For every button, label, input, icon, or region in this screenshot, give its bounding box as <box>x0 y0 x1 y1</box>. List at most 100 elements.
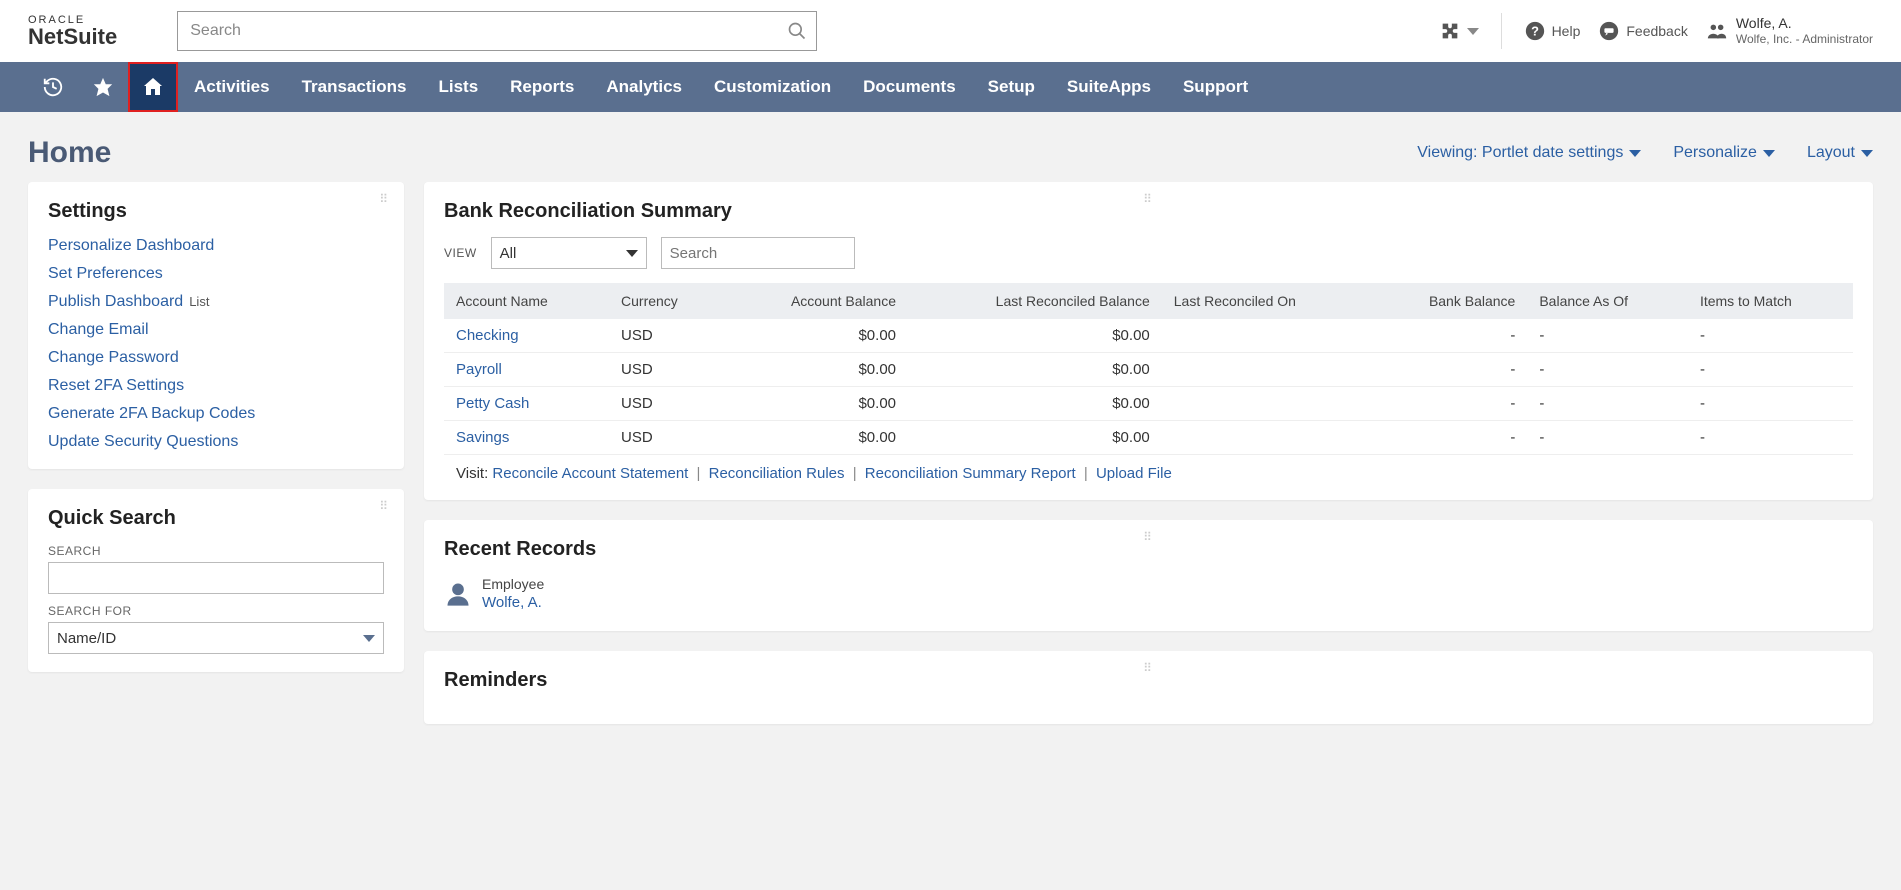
settings-link-change-password[interactable]: Change Password <box>48 349 179 366</box>
col-account-name[interactable]: Account Name <box>444 283 609 319</box>
svg-text:?: ? <box>1531 24 1539 39</box>
qs-searchfor-select[interactable]: Name/ID <box>48 622 384 654</box>
visit-link-reconciliation-summary-report[interactable]: Reconciliation Summary Report <box>865 465 1076 482</box>
nav-customization[interactable]: Customization <box>698 62 847 112</box>
cell-balance-as-of: - <box>1527 421 1688 455</box>
nav-activities[interactable]: Activities <box>178 62 286 112</box>
global-search-input[interactable] <box>177 11 817 51</box>
nav-recent-icon[interactable] <box>28 62 78 112</box>
top-right: ? Help Feedback Wolfe, A. Wolfe, Inc. - … <box>1439 13 1873 49</box>
qs-search-input[interactable] <box>48 562 384 594</box>
chevron-down-icon <box>1763 150 1775 157</box>
global-search-wrap <box>177 11 817 51</box>
help-link[interactable]: ? Help <box>1524 20 1581 42</box>
cell-items-to-match: - <box>1688 421 1853 455</box>
recon-search-input[interactable] <box>661 237 855 269</box>
layout-label: Layout <box>1807 144 1855 162</box>
cell-last-reconciled-on <box>1162 319 1370 353</box>
settings-link-generate-2fa-codes[interactable]: Generate 2FA Backup Codes <box>48 405 255 422</box>
cell-last-reconciled-balance: $0.00 <box>908 319 1162 353</box>
feedback-link[interactable]: Feedback <box>1598 20 1687 42</box>
account-link[interactable]: Petty Cash <box>456 395 529 412</box>
visit-link-reconcile-statement[interactable]: Reconcile Account Statement <box>492 465 688 482</box>
table-row: SavingsUSD$0.00$0.00--- <box>444 421 1853 455</box>
cell-account-name: Petty Cash <box>444 387 609 421</box>
drag-handle-icon[interactable]: ⠿ <box>1143 530 1154 544</box>
settings-link-reset-2fa[interactable]: Reset 2FA Settings <box>48 377 184 394</box>
feedback-label: Feedback <box>1626 23 1687 39</box>
cell-balance-as-of: - <box>1527 387 1688 421</box>
table-header-row: Account Name Currency Account Balance La… <box>444 283 1853 319</box>
settings-link-update-security-questions[interactable]: Update Security Questions <box>48 433 238 450</box>
personalize-label: Personalize <box>1673 144 1757 162</box>
logo-netsuite: NetSuite <box>28 26 117 48</box>
nav-support[interactable]: Support <box>1167 62 1264 112</box>
cell-account-name: Savings <box>444 421 609 455</box>
col-balance-as-of[interactable]: Balance As Of <box>1527 283 1688 319</box>
account-link[interactable]: Checking <box>456 327 519 344</box>
visit-link-reconciliation-rules[interactable]: Reconciliation Rules <box>709 465 845 482</box>
nav-reports[interactable]: Reports <box>494 62 590 112</box>
left-column: ⠿ Settings Personalize Dashboard Set Pre… <box>28 182 404 672</box>
nav-analytics[interactable]: Analytics <box>590 62 698 112</box>
cell-account-balance: $0.00 <box>724 387 908 421</box>
personalize-dropdown[interactable]: Personalize <box>1673 144 1775 162</box>
user-name: Wolfe, A. <box>1736 14 1873 32</box>
col-last-reconciled-balance[interactable]: Last Reconciled Balance <box>908 283 1162 319</box>
settings-portlet: ⠿ Settings Personalize Dashboard Set Pre… <box>28 182 404 469</box>
layout-dropdown[interactable]: Layout <box>1807 144 1873 162</box>
cell-account-balance: $0.00 <box>724 353 908 387</box>
user-menu[interactable]: Wolfe, A. Wolfe, Inc. - Administrator <box>1706 14 1873 48</box>
nav-documents[interactable]: Documents <box>847 62 972 112</box>
cell-items-to-match: - <box>1688 319 1853 353</box>
col-account-balance[interactable]: Account Balance <box>724 283 908 319</box>
cell-account-name: Checking <box>444 319 609 353</box>
cell-account-balance: $0.00 <box>724 421 908 455</box>
extension-menu[interactable] <box>1439 20 1479 42</box>
nav-home-icon[interactable] <box>128 62 178 112</box>
cell-items-to-match: - <box>1688 353 1853 387</box>
page-actions: Viewing: Portlet date settings Personali… <box>1417 144 1873 162</box>
cell-currency: USD <box>609 353 724 387</box>
nav-lists[interactable]: Lists <box>422 62 494 112</box>
account-link[interactable]: Savings <box>456 429 509 446</box>
account-link[interactable]: Payroll <box>456 361 502 378</box>
logo: ORACLE NetSuite <box>28 15 117 48</box>
cell-last-reconciled-on <box>1162 421 1370 455</box>
drag-handle-icon[interactable]: ⠿ <box>379 192 390 206</box>
qs-search-label: SEARCH <box>48 544 384 558</box>
viewing-dropdown[interactable]: Viewing: Portlet date settings <box>1417 144 1641 162</box>
nav-transactions[interactable]: Transactions <box>286 62 423 112</box>
qs-searchfor-label: SEARCH FOR <box>48 604 384 618</box>
settings-link-publish-dashboard[interactable]: Publish Dashboard <box>48 293 183 310</box>
table-row: CheckingUSD$0.00$0.00--- <box>444 319 1853 353</box>
separator: | <box>697 465 701 482</box>
nav-suiteapps[interactable]: SuiteApps <box>1051 62 1167 112</box>
table-row: Petty CashUSD$0.00$0.00--- <box>444 387 1853 421</box>
settings-link-personalize-dashboard[interactable]: Personalize Dashboard <box>48 237 214 254</box>
recent-name-link[interactable]: Wolfe, A. <box>482 593 544 613</box>
cell-balance-as-of: - <box>1527 319 1688 353</box>
user-text: Wolfe, A. Wolfe, Inc. - Administrator <box>1736 14 1873 48</box>
recon-portlet: ⠿ Bank Reconciliation Summary VIEW All A… <box>424 182 1873 500</box>
col-last-reconciled-on[interactable]: Last Reconciled On <box>1162 283 1370 319</box>
settings-link-change-email[interactable]: Change Email <box>48 321 149 338</box>
nav-setup[interactable]: Setup <box>972 62 1051 112</box>
recon-view-row: VIEW All <box>444 237 1853 269</box>
drag-handle-icon[interactable]: ⠿ <box>379 499 390 513</box>
col-currency[interactable]: Currency <box>609 283 724 319</box>
settings-link-set-preferences[interactable]: Set Preferences <box>48 265 163 282</box>
separator: | <box>853 465 857 482</box>
help-label: Help <box>1552 23 1581 39</box>
drag-handle-icon[interactable]: ⠿ <box>1143 661 1154 675</box>
quicksearch-portlet: ⠿ Quick Search SEARCH SEARCH FOR Name/ID <box>28 489 404 672</box>
recent-text: Employee Wolfe, A. <box>482 575 544 613</box>
view-select[interactable]: All <box>491 237 647 269</box>
drag-handle-icon[interactable]: ⠿ <box>1143 192 1154 206</box>
list-tag: List <box>189 294 209 309</box>
nav-favorites-icon[interactable] <box>78 62 128 112</box>
cell-bank-balance: - <box>1370 319 1527 353</box>
col-bank-balance[interactable]: Bank Balance <box>1370 283 1527 319</box>
col-items-to-match[interactable]: Items to Match <box>1688 283 1853 319</box>
visit-link-upload-file[interactable]: Upload File <box>1096 465 1172 482</box>
